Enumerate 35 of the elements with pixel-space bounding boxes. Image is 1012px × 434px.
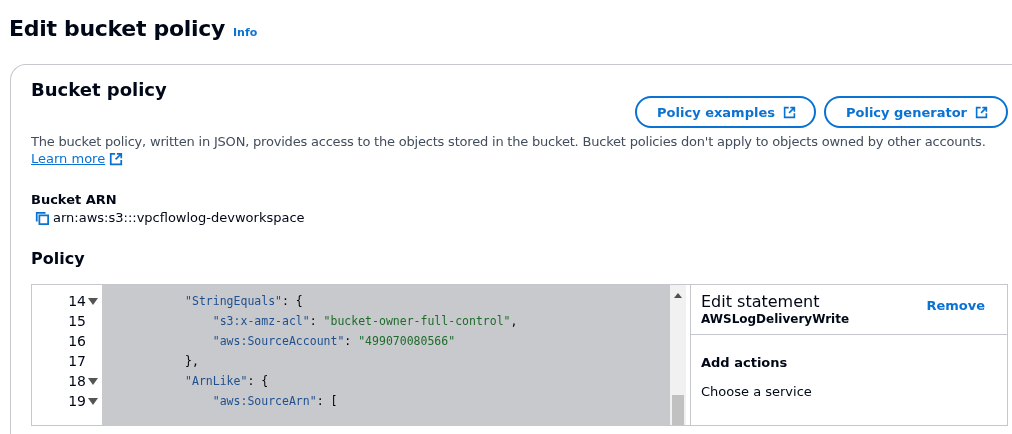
page-title: Edit bucket policy xyxy=(9,16,225,41)
external-link-icon xyxy=(109,151,124,166)
line-number: 17 xyxy=(68,353,86,369)
line-number: 19 xyxy=(68,393,86,409)
code-line: "aws:SourceArn": [ xyxy=(211,393,338,410)
line-number: 15 xyxy=(68,313,86,329)
arn-value: arn:aws:s3:::vpcflowlog-devworkspace xyxy=(53,210,305,225)
field-label: Choose a service xyxy=(701,384,813,399)
info-link[interactable]: Info xyxy=(233,26,258,39)
line-number: 16 xyxy=(68,333,86,349)
code-line: "ArnLike": { xyxy=(184,373,269,390)
external-link-icon xyxy=(783,105,796,119)
link-button[interactable]: Policy generator xyxy=(824,96,1008,128)
statement-title: Edit statement xyxy=(701,292,821,311)
section-title: Add actions xyxy=(701,355,789,370)
code-line: "StringEquals": { xyxy=(184,293,303,310)
code-line: "aws:SourceAccount": "499070080566" xyxy=(211,333,456,350)
learn-more-link[interactable]: Learn more xyxy=(31,151,106,166)
link-button[interactable]: Policy examples xyxy=(635,96,816,128)
code-line: }, xyxy=(184,353,199,370)
statement-name: AWSLogDeliveryWrite xyxy=(701,312,850,326)
field-label: Bucket ARN xyxy=(31,192,118,207)
scrollbar[interactable] xyxy=(670,285,686,425)
line-number: 14 xyxy=(68,293,86,309)
code-line: "s3:x-amz-acl": "bucket-owner-full-control", xyxy=(211,313,518,330)
copy-icon[interactable] xyxy=(35,210,49,225)
line-number: 18 xyxy=(68,373,86,389)
remove-link[interactable]: Remove xyxy=(926,298,985,313)
scroll-up-icon[interactable] xyxy=(674,293,682,298)
panel-title: Bucket policy xyxy=(31,79,167,100)
section-heading: Policy xyxy=(31,249,86,268)
scrollbar-thumb[interactable] xyxy=(672,395,684,425)
description-text: The bucket policy, written in JSON, provides access to the objects stored in the bucket. Bucket policies don't apply to objects owned by other accounts. xyxy=(31,134,987,149)
code-area[interactable]: "StringEquals": { "s3:x-amz-acl": "bucket-owner-full-control", "aws:SourceAccount": "499070080566" }, "ArnLike": { "aws:SourceArn": [ xyxy=(102,285,670,425)
external-link-icon xyxy=(975,105,988,119)
